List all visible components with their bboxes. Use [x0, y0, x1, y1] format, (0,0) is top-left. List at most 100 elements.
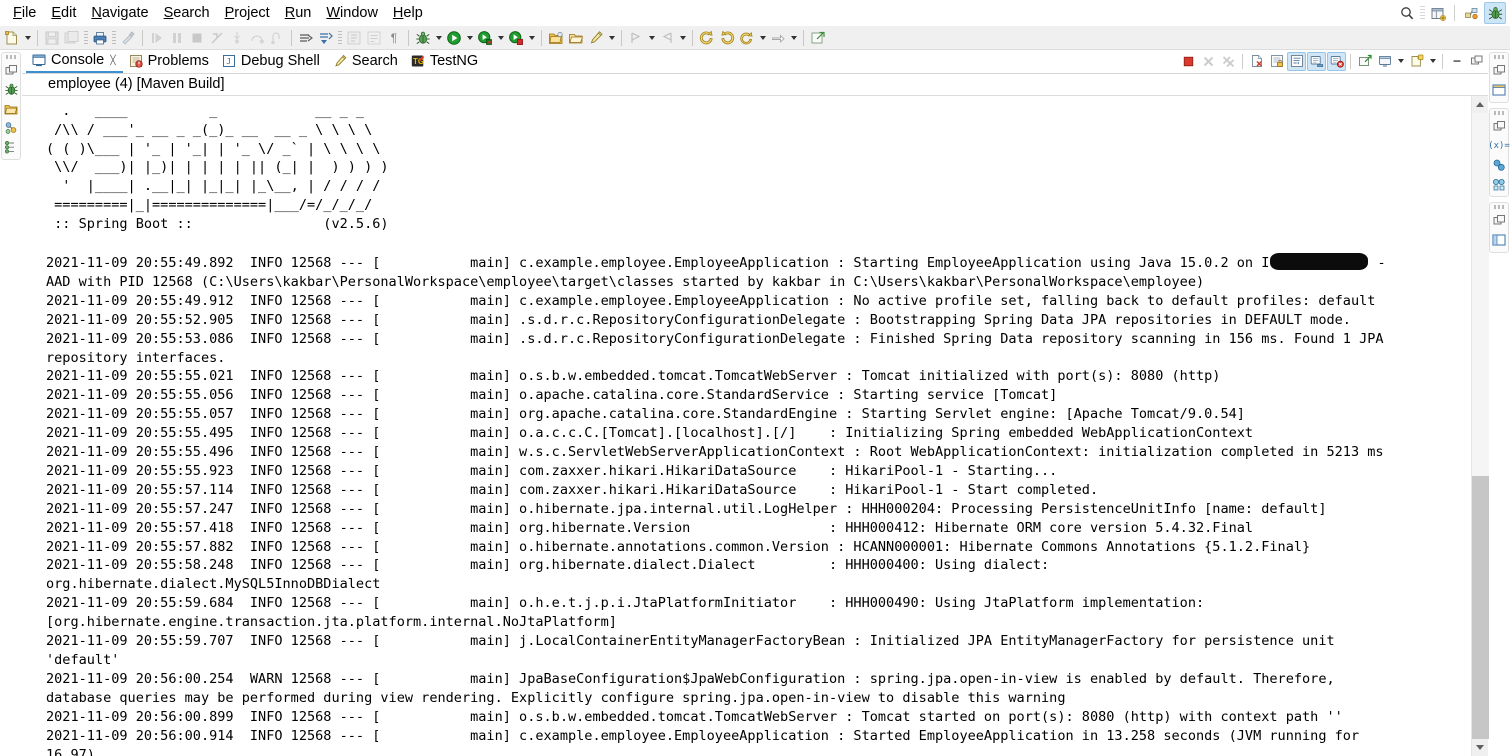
build-icon[interactable] [118, 28, 138, 48]
rail-grip[interactable] [5, 55, 17, 59]
rail-grip[interactable] [1493, 55, 1505, 59]
save-all-icon[interactable] [62, 28, 82, 48]
suspend-icon[interactable] [167, 28, 187, 48]
scroll-lock-button[interactable] [1267, 52, 1286, 71]
tab-debug-shell[interactable]: J Debug Shell [216, 50, 327, 73]
menu-file[interactable]: File [6, 3, 44, 23]
skip-breakpoints-icon[interactable] [296, 28, 316, 48]
new-dropdown-arrow[interactable] [22, 28, 33, 48]
console-continuation-line: database queries may be performed during… [46, 689, 1066, 706]
scrollbar-thumb[interactable] [1471, 475, 1489, 739]
drop-to-frame-icon[interactable] [316, 28, 336, 48]
menu-navigate[interactable]: Navigate [84, 3, 156, 23]
java-perspective-icon[interactable] [1460, 2, 1482, 24]
breakpoints-icon[interactable] [1490, 155, 1508, 174]
restore-view-icon[interactable] [1490, 117, 1508, 136]
word-wrap-button[interactable] [1287, 51, 1306, 71]
show-console-on-error-button[interactable] [1327, 51, 1346, 71]
toolbar-grip[interactable] [1420, 6, 1425, 20]
word-wrap-icon[interactable] [364, 28, 384, 48]
next-annotation-arrow[interactable] [646, 28, 657, 48]
expressions-icon[interactable] [1490, 174, 1508, 193]
pin-console-button[interactable] [1355, 52, 1374, 71]
scroll-down-icon[interactable] [1472, 739, 1489, 756]
prev-annotation-icon[interactable] [657, 28, 677, 48]
restore-view-icon[interactable] [1490, 211, 1508, 230]
tab-problems[interactable]: Problems [123, 50, 216, 73]
terminate-icon[interactable] [187, 28, 207, 48]
next-annotation-icon[interactable] [626, 28, 646, 48]
menu-project[interactable]: Project [218, 3, 278, 23]
console-vertical-scrollbar[interactable] [1471, 95, 1489, 756]
console-log-line: 2021-11-09 20:55:52.905 INFO 12568 --- [… [46, 311, 1351, 328]
quick-access-search-icon[interactable] [1396, 2, 1418, 24]
display-console-dropdown-arrow[interactable] [1395, 52, 1406, 71]
rail-grip[interactable] [1493, 205, 1505, 209]
prev-annotation-arrow[interactable] [677, 28, 688, 48]
minimize-view-button[interactable] [1447, 52, 1466, 71]
menu-edit[interactable]: Edit [44, 3, 84, 23]
step-return-icon[interactable] [267, 28, 287, 48]
coverage-dropdown-arrow[interactable] [495, 28, 506, 48]
menu-search[interactable]: Search [157, 3, 218, 23]
pilcrow-icon[interactable]: ¶ [384, 28, 404, 48]
search-dropdown-arrow[interactable] [606, 28, 617, 48]
console-log-line: 2021-11-09 20:55:55.021 INFO 12568 --- [… [46, 368, 1221, 385]
open-console-button[interactable] [1407, 52, 1426, 71]
terminate-console-button[interactable] [1179, 52, 1198, 71]
remove-all-terminated-button[interactable] [1219, 52, 1238, 71]
clear-console-button[interactable] [1247, 52, 1266, 71]
restore-view-icon[interactable] [1490, 61, 1508, 80]
rail-grip[interactable] [1493, 111, 1505, 115]
run-icon[interactable] [444, 28, 464, 48]
search-brush-icon[interactable] [586, 28, 606, 48]
block-select-icon[interactable] [344, 28, 364, 48]
tab-testng[interactable]: TG TestNG [405, 50, 485, 73]
debug-perspective-icon[interactable] [1484, 2, 1506, 24]
new-icon[interactable] [2, 27, 22, 49]
menu-help[interactable]: Help [386, 3, 431, 23]
menu-run[interactable]: Run [278, 3, 320, 23]
profile-dropdown-arrow[interactable] [526, 28, 537, 48]
outline-icon[interactable] [2, 137, 20, 156]
scroll-up-icon[interactable] [1472, 96, 1489, 113]
resume-icon[interactable] [147, 28, 167, 48]
forward-grey-dropdown-arrow[interactable] [788, 28, 799, 48]
debug-bug-icon[interactable] [2, 80, 20, 99]
external-tool-icon[interactable] [808, 28, 828, 48]
package-icon[interactable] [546, 28, 566, 48]
step-into-icon[interactable] [227, 28, 247, 48]
display-selected-console-button[interactable] [1375, 52, 1394, 71]
debug-dropdown-arrow[interactable] [433, 28, 444, 48]
show-console-on-output-button[interactable] [1307, 51, 1326, 71]
disconnect-icon[interactable] [207, 28, 227, 48]
hierarchy-icon[interactable] [2, 118, 20, 137]
coverage-icon[interactable] [475, 28, 495, 48]
last-edit-dropdown-arrow[interactable] [757, 28, 768, 48]
maximize-view-button[interactable] [1467, 52, 1486, 71]
step-over-icon[interactable] [247, 28, 267, 48]
tab-close-icon[interactable]: ╳ [110, 55, 115, 66]
forward-grey-icon[interactable] [768, 28, 788, 48]
package-folder-icon[interactable] [2, 99, 20, 118]
tab-console[interactable]: Console ╳ [26, 50, 123, 73]
debug-bug-icon[interactable] [413, 28, 433, 48]
print-icon[interactable] [90, 28, 110, 48]
tab-search[interactable]: Search [327, 50, 405, 73]
menu-window[interactable]: Window [319, 3, 386, 23]
outline-window-icon[interactable] [1490, 230, 1508, 249]
last-edit-icon[interactable] [737, 28, 757, 48]
open-console-dropdown-arrow[interactable] [1427, 52, 1438, 71]
profile-icon[interactable] [506, 28, 526, 48]
run-dropdown-arrow[interactable] [464, 28, 475, 48]
remove-launch-button[interactable] [1199, 52, 1218, 71]
open-perspective-icon[interactable] [1427, 2, 1449, 24]
scrollbar-track[interactable] [1471, 112, 1489, 739]
open-type-icon[interactable] [566, 28, 586, 48]
forward-icon[interactable] [717, 28, 737, 48]
back-icon[interactable] [697, 28, 717, 48]
console-text[interactable]: . ____ _ __ _ _ /\\ / ___'_ __ _ _(_)_ _… [22, 96, 1471, 756]
restore-view-icon[interactable] [2, 61, 20, 80]
view-window-icon[interactable] [1490, 80, 1508, 99]
save-icon[interactable] [42, 28, 62, 48]
